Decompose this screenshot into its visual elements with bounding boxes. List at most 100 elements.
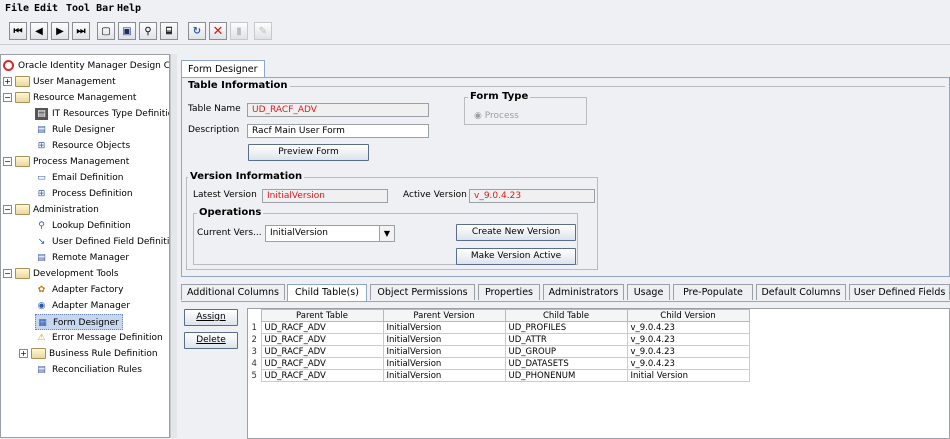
next-record-icon[interactable]: ▶ <box>51 22 69 40</box>
active-version-label: Active Version <box>403 190 467 200</box>
tab-usage[interactable]: Usage <box>627 284 670 300</box>
column-header[interactable]: Parent Version <box>382 309 506 322</box>
preview-form-button[interactable]: Preview Form <box>248 144 369 161</box>
collapse-icon[interactable]: − <box>3 205 12 214</box>
table-cell[interactable]: UD_RACF_ADV <box>260 357 384 370</box>
create-new-version-button[interactable]: Create New Version <box>456 224 576 241</box>
tree-node-error-message[interactable]: ⚠ Error Message Definition <box>35 330 162 346</box>
tree-node-resource-objects[interactable]: ⊞ Resource Objects <box>35 138 130 154</box>
edit-icon[interactable]: ✎ <box>254 22 272 40</box>
bottom-tab-bar: Additional Columns Child Table(s) Object… <box>177 284 950 302</box>
splitter-handle[interactable] <box>170 54 177 438</box>
table-cell[interactable]: v_9.0.4.23 <box>626 321 750 334</box>
make-version-active-button[interactable]: Make Version Active <box>456 248 576 265</box>
table-cell[interactable]: UD_RACF_ADV <box>260 321 384 334</box>
latest-version-field[interactable]: InitialVersion <box>262 189 388 203</box>
refresh-icon[interactable]: ↻ <box>188 22 206 40</box>
tree-node-email-definition[interactable]: ▭ Email Definition <box>35 170 123 186</box>
table-cell[interactable]: UD_DATASETS <box>504 357 628 370</box>
active-version-field[interactable]: v_9.0.4.23 <box>469 189 595 203</box>
table-row[interactable]: 2 UD_RACF_ADV InitialVersion UD_ATTR v_9… <box>248 333 750 346</box>
table-cell[interactable]: v_9.0.4.23 <box>626 345 750 358</box>
table-cell[interactable]: UD_PHONENUM <box>504 369 628 382</box>
tab-properties[interactable]: Properties <box>478 284 540 300</box>
tree-node-process-definition[interactable]: ⊞ Process Definition <box>35 186 133 202</box>
first-record-icon[interactable]: ⏮ <box>9 22 27 40</box>
table-cell[interactable]: InitialVersion <box>382 369 506 382</box>
tree-node-label: Remote Manager <box>52 253 130 263</box>
chevron-down-icon[interactable]: ▼ <box>379 226 394 241</box>
expand-icon[interactable]: + <box>19 349 28 358</box>
tree-node-udf-definition[interactable]: ↘ User Defined Field Definitio <box>35 234 169 250</box>
table-cell[interactable]: InitialVersion <box>382 345 506 358</box>
tab-object-permissions[interactable]: Object Permissions <box>370 284 475 300</box>
tab-form-designer[interactable]: Form Designer <box>181 60 265 78</box>
collapse-icon[interactable]: − <box>3 93 12 102</box>
table-name-field[interactable]: UD_RACF_ADV <box>247 103 429 117</box>
description-field[interactable]: Racf Main User Form <box>247 124 429 138</box>
new-icon[interactable]: ▢ <box>97 22 115 40</box>
query-icon[interactable]: ⌸ <box>160 22 178 40</box>
find-icon[interactable]: ⚲ <box>139 22 157 40</box>
table-row[interactable]: 1 UD_RACF_ADV InitialVersion UD_PROFILES… <box>248 321 750 334</box>
tree-node-remote-manager[interactable]: ▤ Remote Manager <box>35 250 129 266</box>
table-row[interactable]: 3 UD_RACF_ADV InitialVersion UD_GROUP v_… <box>248 345 750 358</box>
table-cell[interactable]: UD_PROFILES <box>504 321 628 334</box>
column-header[interactable]: Parent Table <box>260 309 384 322</box>
tab-pre-populate[interactable]: Pre-Populate <box>673 284 753 300</box>
tree-node-it-resources[interactable]: ▤ IT Resources Type Definitio <box>35 106 169 122</box>
table-cell[interactable]: UD_GROUP <box>504 345 628 358</box>
current-version-value: InitialVersion <box>270 228 328 238</box>
form-designer-panel: Table Information Table Name UD_RACF_ADV… <box>181 77 950 277</box>
collapse-icon[interactable]: − <box>3 269 12 278</box>
table-cell[interactable]: InitialVersion <box>382 333 506 346</box>
tab-additional-columns[interactable]: Additional Columns <box>181 284 285 300</box>
menu-edit[interactable]: Edit <box>34 3 58 14</box>
tree-node-process-management[interactable]: − Process Management <box>3 154 129 170</box>
form-type-process-radio[interactable]: ◉ Process <box>474 111 519 121</box>
table-cell[interactable]: UD_RACF_ADV <box>260 333 384 346</box>
menu-help[interactable]: Help <box>117 3 141 14</box>
tree-node-development-tools[interactable]: − Development Tools <box>3 266 119 282</box>
tab-default-columns[interactable]: Default Columns <box>756 284 846 300</box>
current-version-select[interactable]: InitialVersion <box>265 225 395 242</box>
column-header[interactable]: Child Table <box>504 309 628 322</box>
table-cell[interactable]: InitialVersion <box>382 357 506 370</box>
version-information-title: Version Information <box>188 171 305 182</box>
previous-record-icon[interactable]: ◀ <box>30 22 48 40</box>
tab-administrators[interactable]: Administrators <box>543 284 624 300</box>
tree-node-lookup-definition[interactable]: ⚲ Lookup Definition <box>35 218 130 234</box>
tree-node-form-designer[interactable]: ▦ Form Designer <box>35 314 123 330</box>
table-cell[interactable]: UD_RACF_ADV <box>260 369 384 382</box>
save-icon[interactable]: ▣ <box>118 22 136 40</box>
last-record-icon[interactable]: ⏭ <box>72 22 90 40</box>
collapse-icon[interactable]: − <box>3 157 12 166</box>
tree-node-business-rule[interactable]: + Business Rule Definition <box>19 346 158 362</box>
tree-node-administration[interactable]: − Administration <box>3 202 99 218</box>
tree-node-reconciliation-rules[interactable]: ▤ Reconciliation Rules <box>35 362 142 378</box>
table-cell[interactable]: v_9.0.4.23 <box>626 333 750 346</box>
column-header[interactable]: Child Version <box>626 309 750 322</box>
table-cell[interactable]: Initial Version <box>626 369 750 382</box>
assign-button[interactable]: Assign <box>184 309 238 326</box>
tree-node-adapter-factory[interactable]: ✿ Adapter Factory <box>35 282 124 298</box>
menu-file[interactable]: File <box>5 3 29 14</box>
table-cell[interactable]: v_9.0.4.23 <box>626 357 750 370</box>
tree-node-resource-management[interactable]: − Resource Management <box>3 90 136 106</box>
table-row[interactable]: 5 UD_RACF_ADV InitialVersion UD_PHONENUM… <box>248 369 750 382</box>
expand-icon[interactable]: + <box>3 77 12 86</box>
delete-button[interactable]: Delete <box>184 332 238 349</box>
table-cell[interactable]: UD_ATTR <box>504 333 628 346</box>
tree-node-adapter-manager[interactable]: ◉ Adapter Manager <box>35 298 130 314</box>
table-row[interactable]: 4 UD_RACF_ADV InitialVersion UD_DATASETS… <box>248 357 750 370</box>
tab-user-defined-fields[interactable]: User Defined Fields <box>849 284 950 300</box>
table-cell[interactable]: UD_RACF_ADV <box>260 345 384 358</box>
tab-child-tables[interactable]: Child Table(s) <box>287 284 367 301</box>
tree-node-user-management[interactable]: + User Management <box>3 74 116 90</box>
tree-root[interactable]: Oracle Identity Manager Design Cons <box>3 58 169 74</box>
trash-icon[interactable]: ▮ <box>230 22 248 40</box>
delete-icon[interactable]: ✕ <box>209 22 227 40</box>
menu-toolbar[interactable]: Tool Bar <box>66 3 114 14</box>
table-cell[interactable]: InitialVersion <box>382 321 506 334</box>
tree-node-rule-designer[interactable]: ▤ Rule Designer <box>35 122 115 138</box>
